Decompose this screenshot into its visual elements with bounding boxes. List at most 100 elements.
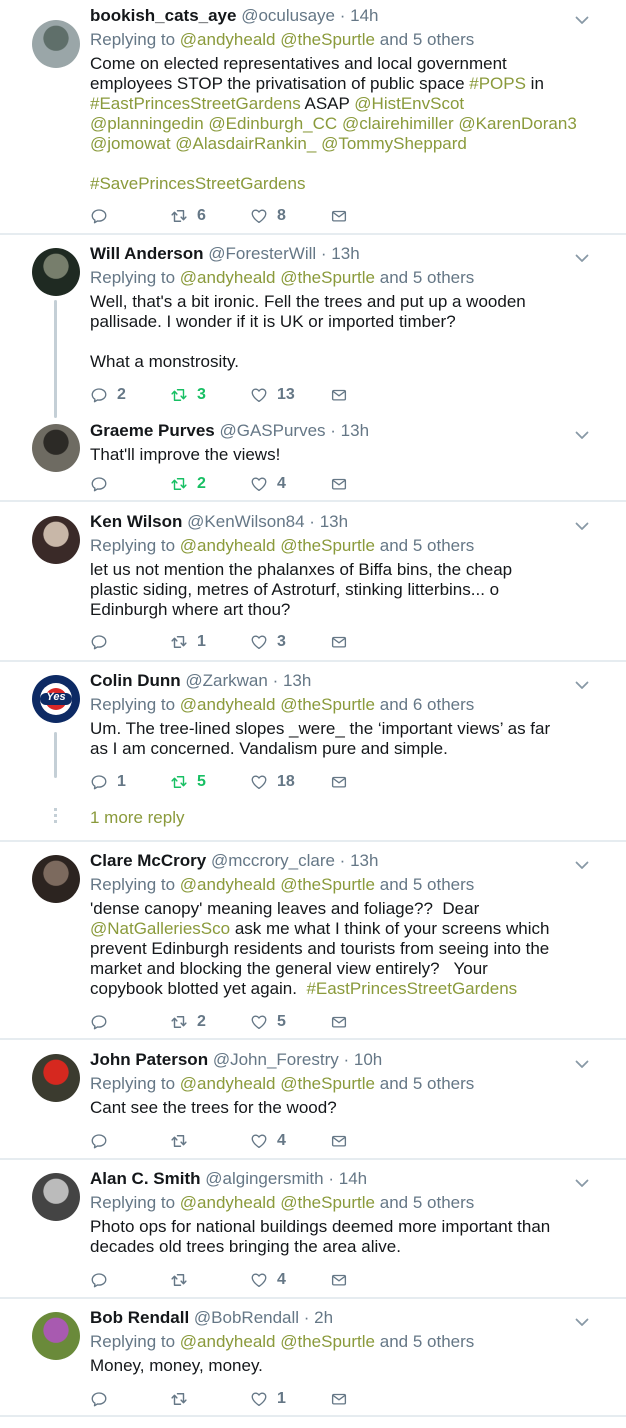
avatar[interactable] [32, 1173, 80, 1221]
more-replies-link[interactable]: 1 more reply [90, 808, 184, 828]
display-name[interactable]: bookish_cats_aye [90, 6, 236, 25]
mention-link[interactable]: @Edinburgh_CC [208, 114, 337, 133]
avatar[interactable] [32, 855, 80, 903]
like-button[interactable]: 3 [250, 632, 286, 652]
others-link[interactable]: 5 others [413, 1332, 474, 1351]
others-link[interactable]: 5 others [413, 1193, 474, 1212]
retweet-button[interactable]: 1 [170, 632, 206, 652]
mention-link[interactable]: @andyheald [180, 1074, 276, 1093]
user-handle[interactable]: @oculusaye [241, 6, 335, 25]
display-name[interactable]: John Paterson [90, 1050, 208, 1069]
user-handle[interactable]: @mccrory_clare [211, 851, 335, 870]
like-button[interactable]: 18 [250, 772, 295, 792]
reply-button[interactable] [90, 1270, 117, 1290]
mention-link[interactable]: @andyheald [180, 875, 276, 894]
reply-button[interactable] [90, 632, 117, 652]
mention-link[interactable]: @andyheald [180, 1332, 276, 1351]
hashtag-link[interactable]: #EastPrincesStreetGardens [306, 979, 517, 998]
user-handle[interactable]: @algingersmith [205, 1169, 323, 1188]
chevron-down-icon[interactable] [574, 1056, 590, 1072]
timestamp[interactable]: 2h [314, 1308, 333, 1327]
direct-message-button[interactable] [330, 1270, 348, 1290]
user-handle[interactable]: @ForesterWill [208, 244, 316, 263]
display-name[interactable]: Ken Wilson [90, 512, 182, 531]
mention-link[interactable]: @TommySheppard [321, 134, 467, 153]
mention-link[interactable]: @theSpurtle [280, 1332, 375, 1351]
like-button[interactable]: 8 [250, 206, 286, 226]
timestamp[interactable]: 13h [341, 421, 369, 440]
mention-link[interactable]: @andyheald [180, 268, 276, 287]
others-link[interactable]: 6 others [413, 695, 474, 714]
mention-link[interactable]: @KarenDoran3 [458, 114, 576, 133]
retweet-button[interactable]: 2 [170, 474, 206, 494]
avatar[interactable]: Yes [32, 675, 80, 723]
timestamp[interactable]: 14h [350, 6, 378, 25]
retweet-button[interactable]: 5 [170, 772, 206, 792]
chevron-down-icon[interactable] [574, 12, 590, 28]
display-name[interactable]: Alan C. Smith [90, 1169, 201, 1188]
direct-message-button[interactable] [330, 632, 348, 652]
user-handle[interactable]: @BobRendall [194, 1308, 299, 1327]
direct-message-button[interactable] [330, 385, 348, 405]
like-button[interactable]: 13 [250, 385, 295, 405]
avatar[interactable] [32, 516, 80, 564]
timestamp[interactable]: 14h [339, 1169, 367, 1188]
direct-message-button[interactable] [330, 206, 348, 226]
direct-message-button[interactable] [330, 772, 348, 792]
mention-link[interactable]: @andyheald [180, 30, 276, 49]
others-link[interactable]: 5 others [413, 1074, 474, 1093]
chevron-down-icon[interactable] [574, 677, 590, 693]
mention-link[interactable]: @NatGalleriesSco [90, 919, 230, 938]
mention-link[interactable]: @theSpurtle [280, 875, 375, 894]
mention-link[interactable]: @theSpurtle [280, 1193, 375, 1212]
mention-link[interactable]: @theSpurtle [280, 536, 375, 555]
like-button[interactable]: 4 [250, 474, 286, 494]
display-name[interactable]: Bob Rendall [90, 1308, 189, 1327]
chevron-down-icon[interactable] [574, 250, 590, 266]
retweet-button[interactable] [170, 1270, 197, 1290]
mention-link[interactable]: @planningedin [90, 114, 204, 133]
like-button[interactable]: 4 [250, 1270, 286, 1290]
hashtag-link[interactable]: #POPS [469, 74, 526, 93]
user-handle[interactable]: @John_Forestry [213, 1050, 339, 1069]
others-link[interactable]: 5 others [413, 536, 474, 555]
mention-link[interactable]: @theSpurtle [280, 30, 375, 49]
avatar[interactable] [32, 424, 80, 472]
mention-link[interactable]: @HistEnvScot [354, 94, 464, 113]
retweet-button[interactable] [170, 1389, 197, 1409]
retweet-button[interactable]: 3 [170, 385, 206, 405]
avatar[interactable] [32, 1054, 80, 1102]
chevron-down-icon[interactable] [574, 427, 590, 443]
reply-button[interactable] [90, 1389, 117, 1409]
chevron-down-icon[interactable] [574, 857, 590, 873]
retweet-button[interactable] [170, 1131, 197, 1151]
mention-link[interactable]: @jomowat [90, 134, 171, 153]
reply-button[interactable] [90, 1131, 117, 1151]
chevron-down-icon[interactable] [574, 1314, 590, 1330]
user-handle[interactable]: @KenWilson84 [187, 512, 304, 531]
direct-message-button[interactable] [330, 1389, 348, 1409]
mention-link[interactable]: @AlasdairRankin_ [175, 134, 316, 153]
direct-message-button[interactable] [330, 474, 348, 494]
reply-button[interactable] [90, 474, 117, 494]
like-button[interactable]: 5 [250, 1012, 286, 1032]
timestamp[interactable]: 13h [350, 851, 378, 870]
like-button[interactable]: 4 [250, 1131, 286, 1151]
display-name[interactable]: Colin Dunn [90, 671, 181, 690]
timestamp[interactable]: 10h [354, 1050, 382, 1069]
avatar[interactable] [32, 1312, 80, 1360]
mention-link[interactable]: @clairehimiller [342, 114, 454, 133]
others-link[interactable]: 5 others [413, 30, 474, 49]
retweet-button[interactable]: 6 [170, 206, 206, 226]
timestamp[interactable]: 13h [331, 244, 359, 263]
timestamp[interactable]: 13h [283, 671, 311, 690]
like-button[interactable]: 1 [250, 1389, 286, 1409]
user-handle[interactable]: @Zarkwan [185, 671, 267, 690]
chevron-down-icon[interactable] [574, 518, 590, 534]
timestamp[interactable]: 13h [320, 512, 348, 531]
avatar[interactable] [32, 20, 80, 68]
reply-button[interactable] [90, 1012, 117, 1032]
mention-link[interactable]: @theSpurtle [280, 268, 375, 287]
reply-button[interactable] [90, 206, 117, 226]
others-link[interactable]: 5 others [413, 875, 474, 894]
